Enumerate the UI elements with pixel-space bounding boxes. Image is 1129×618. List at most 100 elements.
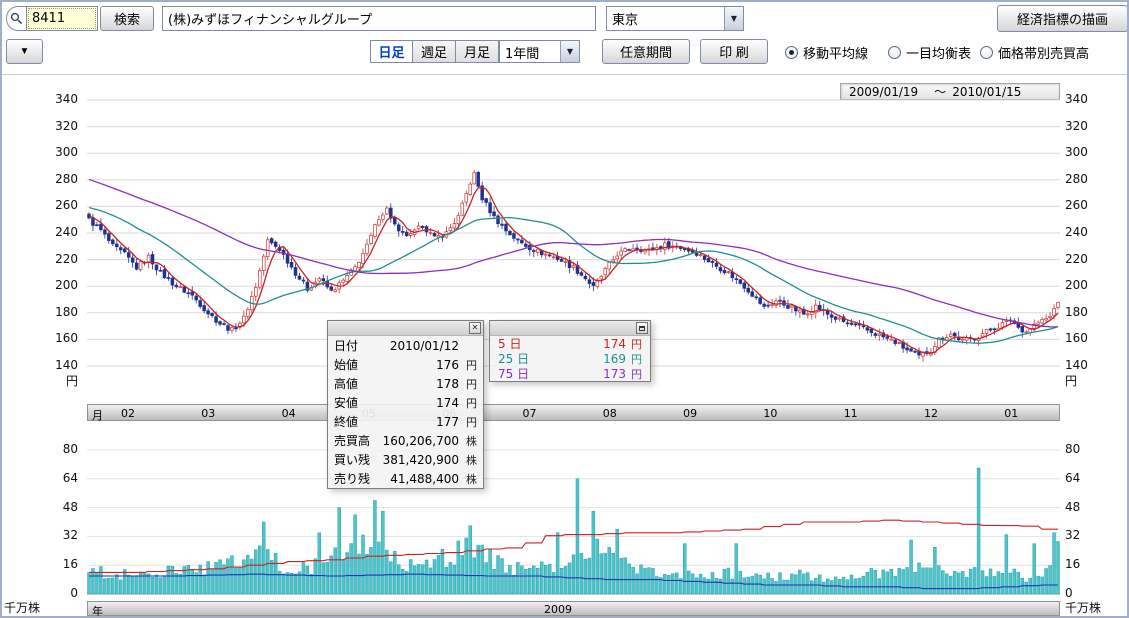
radio-price-volume[interactable]: 価格帯別売買高	[980, 43, 1089, 62]
month-axis: 月 020304050607080910111201	[87, 404, 1060, 421]
month-label: 07	[516, 407, 544, 420]
left-volume-axis-tick: 32	[2, 528, 78, 542]
year-axis-unit: 年	[92, 603, 103, 618]
tooltip-unit: 株	[459, 452, 477, 468]
custom-period-button[interactable]: 任意期間	[602, 39, 690, 64]
right-volume-axis-tick: 80	[1065, 442, 1080, 456]
tooltip-unit: 株	[459, 433, 477, 449]
search-button[interactable]: 検索	[100, 6, 154, 31]
tooltip-label: 買い残	[334, 451, 382, 468]
month-axis-unit: 月	[92, 407, 103, 423]
tooltip-row: 高値178円	[328, 374, 483, 393]
left-volume-axis-tick: 64	[2, 471, 78, 485]
tooltip-row: 安値174円	[328, 393, 483, 412]
radio-ichimoku[interactable]: 一目均衡表	[888, 43, 971, 62]
legend-value: 169	[544, 352, 626, 366]
legend-unit: 円	[626, 351, 642, 367]
close-icon[interactable]: ✕	[469, 322, 481, 334]
left-price-axis-tick: 240	[2, 225, 78, 239]
tab-daily[interactable]: 日足	[370, 40, 413, 63]
tab-monthly[interactable]: 月足	[456, 40, 499, 63]
left-price-axis-tick: 280	[2, 172, 78, 186]
left-volume-axis-tick: 80	[2, 442, 78, 456]
volume-chart[interactable]	[87, 427, 1060, 602]
right-price-axis-tick: 260	[1065, 198, 1088, 212]
economic-indicator-button[interactable]: 経済指標の描画	[997, 5, 1128, 32]
left-price-axis-tick: 340	[2, 92, 78, 106]
legend-row: 75 日173円	[490, 366, 650, 381]
right-price-axis-tick: 140	[1065, 358, 1088, 372]
radio-label: 一目均衡表	[906, 43, 971, 62]
month-label: 11	[837, 407, 865, 420]
radio-label: 移動平均線	[803, 43, 868, 62]
period-select[interactable]: 1年間 ▼	[499, 40, 580, 63]
left-price-axis-tick: 140	[2, 358, 78, 372]
tooltip-unit: 円	[459, 357, 477, 373]
right-price-axis-tick: 300	[1065, 145, 1088, 159]
right-price-axis-tick: 200	[1065, 278, 1088, 292]
left-volume-axis-tick: 0	[2, 586, 78, 600]
legend-value: 174	[544, 337, 626, 351]
month-label: 12	[917, 407, 945, 420]
tooltip-row: 終値177円	[328, 412, 483, 431]
tooltip-label: 高値	[334, 375, 382, 392]
volume-axis-unit-left: 千万株	[4, 599, 78, 616]
exchange-select[interactable]: 東京 ▼	[606, 6, 744, 31]
tooltip-value: 160,206,700	[382, 434, 459, 448]
tooltip-value: 176	[382, 358, 459, 372]
legend-unit: 円	[626, 366, 642, 382]
tooltip-unit: 株	[459, 471, 477, 487]
tooltip-row: 売買高160,206,700株	[328, 431, 483, 450]
month-label: 08	[596, 407, 624, 420]
legend-label: 75 日	[498, 365, 544, 382]
price-axis-unit-left: 円	[2, 372, 78, 389]
chevron-down-icon[interactable]: ▼	[560, 41, 579, 62]
tooltip-value: 41,488,400	[382, 472, 459, 486]
dropdown-arrow-button[interactable]: ▼	[6, 39, 43, 64]
left-price-axis-tick: 260	[2, 198, 78, 212]
right-volume-axis-tick: 48	[1065, 500, 1080, 514]
chart-region-divider	[2, 74, 1127, 75]
tooltip-row: 始値176円	[328, 355, 483, 374]
volume-axis-unit-right: 千万株	[1065, 599, 1101, 616]
tooltip-unit: 円	[459, 395, 477, 411]
right-volume-axis-tick: 0	[1065, 586, 1073, 600]
tooltip-label: 売り残	[334, 470, 382, 487]
chart-type-tabs: 日足 週足 月足	[370, 40, 499, 63]
right-price-axis-tick: 220	[1065, 252, 1088, 266]
month-label: 03	[194, 407, 222, 420]
month-label: 04	[275, 407, 303, 420]
stock-chart-app: 検索 東京 ▼ 経済指標の描画 ▼ 日足 週足 月足 1年間 ▼ 任意期間 印 …	[0, 0, 1129, 618]
minimize-icon[interactable]	[636, 322, 648, 334]
left-price-axis-tick: 200	[2, 278, 78, 292]
radio-moving-average[interactable]: 移動平均線	[785, 43, 868, 62]
tooltip-row: 日付2010/01/12	[328, 336, 483, 355]
legend-title-bar[interactable]	[490, 321, 650, 336]
tab-weekly[interactable]: 週足	[413, 40, 456, 63]
stock-code-input[interactable]	[26, 6, 98, 31]
right-price-axis-tick: 240	[1065, 225, 1088, 239]
chevron-down-icon[interactable]: ▼	[724, 7, 743, 30]
radio-unselected-icon	[888, 46, 901, 59]
left-price-axis-tick: 300	[2, 145, 78, 159]
search-icon	[6, 6, 26, 31]
month-label: 01	[997, 407, 1025, 420]
left-price-axis-tick: 320	[2, 119, 78, 133]
tooltip-label: 日付	[334, 337, 382, 354]
company-name-field[interactable]	[162, 6, 596, 31]
tooltip-value: 381,420,900	[382, 453, 459, 467]
right-price-axis-tick: 340	[1065, 92, 1088, 106]
ma-legend-window[interactable]: 5 日174円 25 日169円 75 日173円	[489, 320, 651, 382]
print-button[interactable]: 印 刷	[700, 39, 768, 64]
radio-selected-icon	[785, 46, 798, 59]
exchange-value: 東京	[607, 7, 724, 30]
price-axis-unit-right: 円	[1065, 372, 1077, 389]
ohlc-tooltip-window[interactable]: ✕ 日付2010/01/12 始値176円 高値178円 安値174円 終値17…	[327, 320, 484, 489]
stock-code-search-group: 検索	[6, 6, 154, 31]
tooltip-title-bar[interactable]: ✕	[328, 321, 483, 336]
right-price-axis-tick: 320	[1065, 119, 1088, 133]
tooltip-row: 売り残41,488,400株	[328, 469, 483, 488]
tooltip-row: 買い残381,420,900株	[328, 450, 483, 469]
radio-unselected-icon	[980, 46, 993, 59]
tooltip-unit: 円	[459, 376, 477, 392]
